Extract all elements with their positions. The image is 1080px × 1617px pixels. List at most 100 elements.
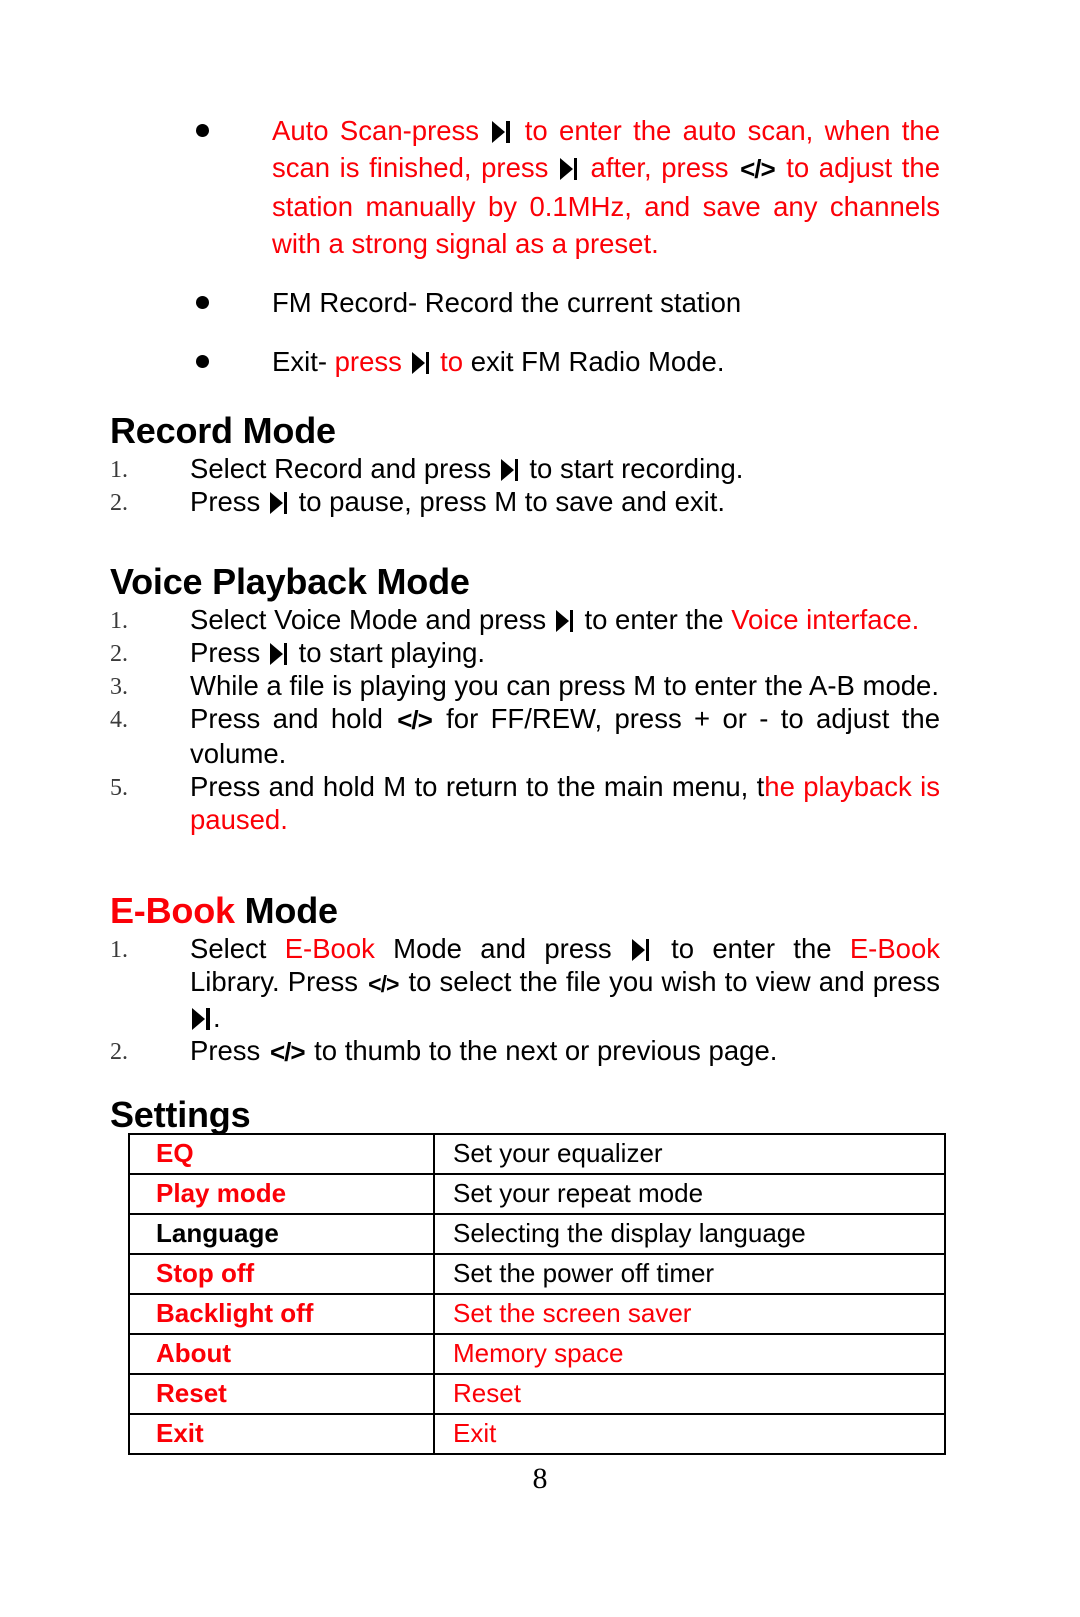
- heading-run: Mode: [234, 890, 338, 931]
- settings-row: About Memory space: [128, 1333, 946, 1375]
- bullet-dot-icon: [196, 355, 209, 368]
- settings-label: Stop off: [128, 1253, 435, 1295]
- list-item-text: While a file is playing you can press M …: [190, 670, 939, 701]
- settings-description: Selecting the display language: [433, 1213, 946, 1255]
- play-skip-icon: [492, 121, 511, 143]
- text-run: exit FM Radio Mode.: [470, 346, 725, 377]
- list-item: 2. Press </> to thumb to the next or prev…: [0, 1034, 1080, 1069]
- settings-table: EQ Set your equalizer Play mode Set your re…: [128, 1133, 946, 1455]
- list-marker: 5.: [110, 775, 128, 801]
- text-run: Auto Scan-press: [272, 115, 491, 146]
- settings-description: Set the screen saver: [433, 1293, 946, 1335]
- list-item-text: Press to pause, press M to save and exit…: [190, 486, 725, 517]
- bullet-dot-icon: [196, 296, 209, 309]
- settings-row: Backlight off Set the screen saver: [128, 1293, 946, 1335]
- settings-description: Reset: [433, 1373, 946, 1415]
- list-marker: 1.: [110, 457, 128, 483]
- heading-voice-playback-mode: Voice Playback Mode: [110, 560, 470, 604]
- text-run: Mode and press: [374, 933, 630, 964]
- play-skip-icon: [269, 643, 289, 665]
- play-skip-icon: [269, 492, 289, 514]
- list-item: 2. Press to start playing.: [0, 636, 1080, 669]
- settings-row: Reset Reset: [128, 1373, 946, 1415]
- prev-next-icon: </>: [269, 1037, 306, 1067]
- list-item-text: Select E-Book Mode and press to enter th…: [190, 933, 940, 1033]
- list-item: 1. Select Record and press to start recor…: [0, 452, 1080, 485]
- bullet-dot-icon: [196, 124, 209, 137]
- settings-description: Set your repeat mode: [433, 1173, 946, 1215]
- text-run: Select: [190, 933, 285, 964]
- heading-run: Record Mode: [110, 410, 336, 451]
- settings-description: Memory space: [433, 1333, 946, 1375]
- text-run: Press: [190, 637, 268, 668]
- list-marker: 2.: [110, 490, 128, 516]
- settings-description: Set the power off timer: [433, 1253, 946, 1295]
- list-marker: 2.: [110, 641, 128, 667]
- text-run: E-Book: [849, 933, 940, 964]
- list-item-text: Press to start playing.: [190, 637, 485, 668]
- text-run: Library. Press: [190, 966, 367, 997]
- settings-description: Exit: [433, 1413, 946, 1455]
- prev-next-icon: </>: [368, 971, 399, 997]
- heading-e-book-mode: E-Book Mode: [110, 889, 338, 933]
- heading-record-mode: Record Mode: [110, 409, 336, 453]
- heading-run: Voice Playback Mode: [110, 561, 470, 602]
- bullet-text: Auto Scan-press to enter the auto scan, …: [272, 115, 940, 259]
- settings-row: Stop off Set the power off timer: [128, 1253, 946, 1295]
- settings-label: Language: [128, 1213, 435, 1255]
- list-marker: 1.: [110, 937, 128, 963]
- text-run: to start recording.: [521, 453, 744, 484]
- text-run: Voice interface.: [731, 604, 920, 635]
- list-item-text: Select Record and press to start recordi…: [190, 453, 743, 484]
- text-run: E-Book: [284, 933, 375, 964]
- prev-next-icon: </>: [740, 154, 776, 184]
- settings-label: EQ: [128, 1133, 435, 1175]
- prev-next-icon: </>: [397, 705, 433, 735]
- settings-row: EQ Set your equalizer: [128, 1133, 946, 1175]
- list-marker: 1.: [110, 608, 128, 634]
- list-item-text: Press and hold </> for FF/REW, press + o…: [190, 703, 940, 769]
- text-run: .: [213, 1002, 221, 1033]
- list-item-text: Press and hold M to return to the main m…: [190, 771, 940, 835]
- play-skip-icon: [500, 459, 520, 481]
- text-run: Press: [190, 486, 268, 517]
- text-run: FM Record- Record the current station: [272, 287, 742, 318]
- voice-playback-mode-list: 1. Select Voice Mode and press to enter t…: [0, 603, 1080, 836]
- fm-radio-bullet-list: Auto Scan-press to enter the auto scan, …: [0, 112, 1080, 380]
- list-item: 4. Press and hold </> for FF/REW, press +…: [0, 702, 1080, 770]
- text-run: Press and hold M to return to the main m…: [190, 771, 765, 802]
- text-run: Press and hold: [190, 703, 396, 734]
- play-skip-icon: [631, 939, 651, 961]
- bullet-auto-scan: Auto Scan-press to enter the auto scan, …: [0, 112, 1080, 262]
- text-run: to pause, press M to save and exit.: [290, 486, 726, 517]
- heading-settings: Settings: [110, 1094, 251, 1135]
- text-run: While a file is playing you can press M …: [190, 670, 939, 701]
- page-number: 8: [532, 1462, 548, 1495]
- bullet-fm-record: FM Record- Record the current station: [0, 284, 1080, 321]
- play-skip-icon: [555, 610, 575, 632]
- text-run: to enter the: [576, 604, 732, 635]
- text-run: to thumb to the next or previous page.: [306, 1035, 778, 1066]
- manual-page: Auto Scan-press to enter the auto scan, …: [0, 0, 1080, 1617]
- list-item: 1. Select Voice Mode and press to enter t…: [0, 603, 1080, 636]
- e-book-mode-list: 1. Select E-Book Mode and press to enter …: [0, 932, 1080, 1069]
- text-run: after, press: [580, 152, 739, 183]
- text-run: to: [432, 346, 471, 377]
- list-item-text: Press </> to thumb to the next or previo…: [190, 1035, 778, 1067]
- text-run: to start playing.: [290, 637, 486, 668]
- record-mode-list: 1. Select Record and press to start recor…: [0, 452, 1080, 518]
- list-marker: 2.: [110, 1039, 128, 1065]
- settings-label: Exit: [128, 1413, 435, 1455]
- list-item: 2. Press to pause, press M to save and ex…: [0, 485, 1080, 518]
- bullet-text: FM Record- Record the current station: [272, 287, 741, 318]
- play-skip-icon: [192, 1008, 211, 1030]
- bullet-fm-exit: Exit- press to exit FM Radio Mode.: [0, 343, 1080, 380]
- text-run: Press: [190, 1035, 268, 1066]
- bullet-text: Exit- press to exit FM Radio Mode.: [272, 346, 724, 377]
- settings-description: Set your equalizer: [433, 1133, 946, 1175]
- text-run: to select the file you wish to view and …: [400, 966, 940, 997]
- settings-label: Reset: [128, 1373, 435, 1415]
- list-item-text: Select Voice Mode and press to enter the…: [190, 604, 919, 635]
- settings-label: Play mode: [128, 1173, 435, 1215]
